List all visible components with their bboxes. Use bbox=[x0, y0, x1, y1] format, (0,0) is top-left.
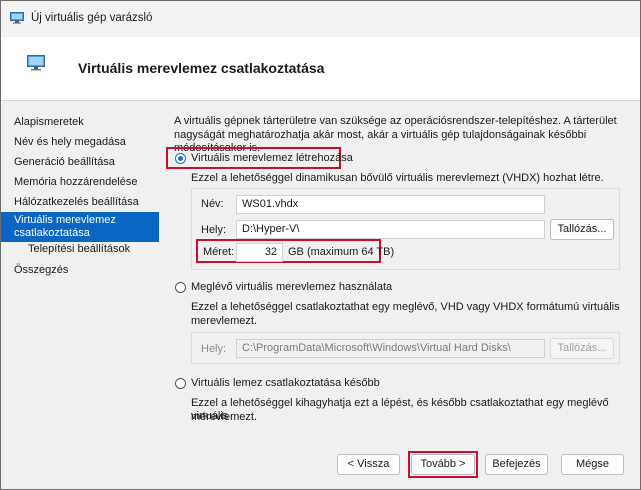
title-bar: Új virtuális gép varázsló bbox=[1, 1, 640, 37]
vhd-name-field[interactable]: WS01.vhdx bbox=[236, 195, 545, 214]
use-existing-vhd-description-line1: Ezzel a lehetőséggel csatlakoztathat egy… bbox=[191, 301, 620, 313]
monitor-icon bbox=[27, 55, 45, 71]
intro-text-line1: A virtuális gépnek tárterületre van szük… bbox=[174, 115, 617, 127]
use-existing-vhd-label[interactable]: Meglévő virtuális merevlemez használata bbox=[191, 281, 392, 294]
use-existing-vhd-radio[interactable] bbox=[175, 282, 186, 293]
existing-location-field[interactable]: C:\ProgramData\Microsoft\Windows\Virtual… bbox=[236, 339, 545, 358]
wizard-step-list: Alapismeretek Név és hely megadása Gener… bbox=[1, 102, 159, 447]
size-label: Méret: bbox=[203, 246, 235, 258]
step-name-location[interactable]: Név és hely megadása bbox=[1, 136, 159, 149]
attach-later-label[interactable]: Virtuális lemez csatlakoztatása később bbox=[191, 377, 380, 390]
use-existing-vhd-description-line2: merevlemezt. bbox=[191, 315, 258, 327]
browse-button[interactable]: Tallózás... bbox=[550, 219, 614, 240]
step-installation-options[interactable]: Telepítési beállítások bbox=[1, 243, 159, 256]
main-content: A virtuális gépnek tárterületre van szük… bbox=[159, 102, 640, 447]
step-connect-vhd-label-line1: Virtuális merevlemez bbox=[14, 214, 116, 226]
back-button[interactable]: < Vissza bbox=[337, 454, 400, 475]
monitor-icon bbox=[10, 12, 24, 24]
step-summary[interactable]: Összegzés bbox=[1, 264, 159, 277]
window-title: Új virtuális gép varázsló bbox=[31, 12, 153, 24]
step-connect-vhd-label-line2: csatlakoztatása bbox=[14, 227, 90, 239]
next-button[interactable]: Tovább > bbox=[411, 454, 475, 475]
vhd-location-field[interactable]: D:\Hyper-V\ bbox=[236, 220, 545, 239]
page-title: Virtuális merevlemez csatlakoztatása bbox=[78, 60, 325, 76]
create-vhd-label[interactable]: Virtuális merevlemez létrehozása bbox=[191, 152, 353, 165]
wizard-window: Új virtuális gép varázsló Virtuális mere… bbox=[0, 0, 641, 490]
vhd-size-field[interactable]: 32 bbox=[236, 243, 283, 262]
attach-later-radio[interactable] bbox=[175, 378, 186, 389]
location-label: Hely: bbox=[201, 224, 227, 236]
create-vhd-description: Ezzel a lehetőséggel dinamikusan bővülő … bbox=[191, 172, 604, 184]
step-basics[interactable]: Alapismeretek bbox=[1, 116, 159, 129]
size-unit-label: GB (maximum 64 TB) bbox=[288, 246, 395, 258]
cancel-button[interactable]: Mégse bbox=[561, 454, 624, 475]
create-vhd-radio[interactable] bbox=[175, 153, 186, 164]
step-networking[interactable]: Hálózatkezelés beállítása bbox=[1, 196, 159, 209]
attach-later-description-line1: Ezzel a lehetőséggel kihagyhatja ezt a l… bbox=[191, 397, 609, 422]
finish-button[interactable]: Befejezés bbox=[485, 454, 548, 475]
existing-browse-button[interactable]: Tallózás... bbox=[550, 338, 614, 359]
step-generation[interactable]: Generáció beállítása bbox=[1, 156, 159, 169]
name-label: Név: bbox=[201, 198, 224, 210]
attach-later-description-line2: merevlemezt. bbox=[191, 411, 258, 423]
step-connect-vhd[interactable]: Virtuális merevlemez csatlakoztatása bbox=[1, 212, 159, 242]
step-memory[interactable]: Memória hozzárendelése bbox=[1, 176, 159, 189]
existing-location-label: Hely: bbox=[201, 343, 227, 355]
wizard-header: Virtuális merevlemez csatlakoztatása bbox=[1, 37, 640, 101]
